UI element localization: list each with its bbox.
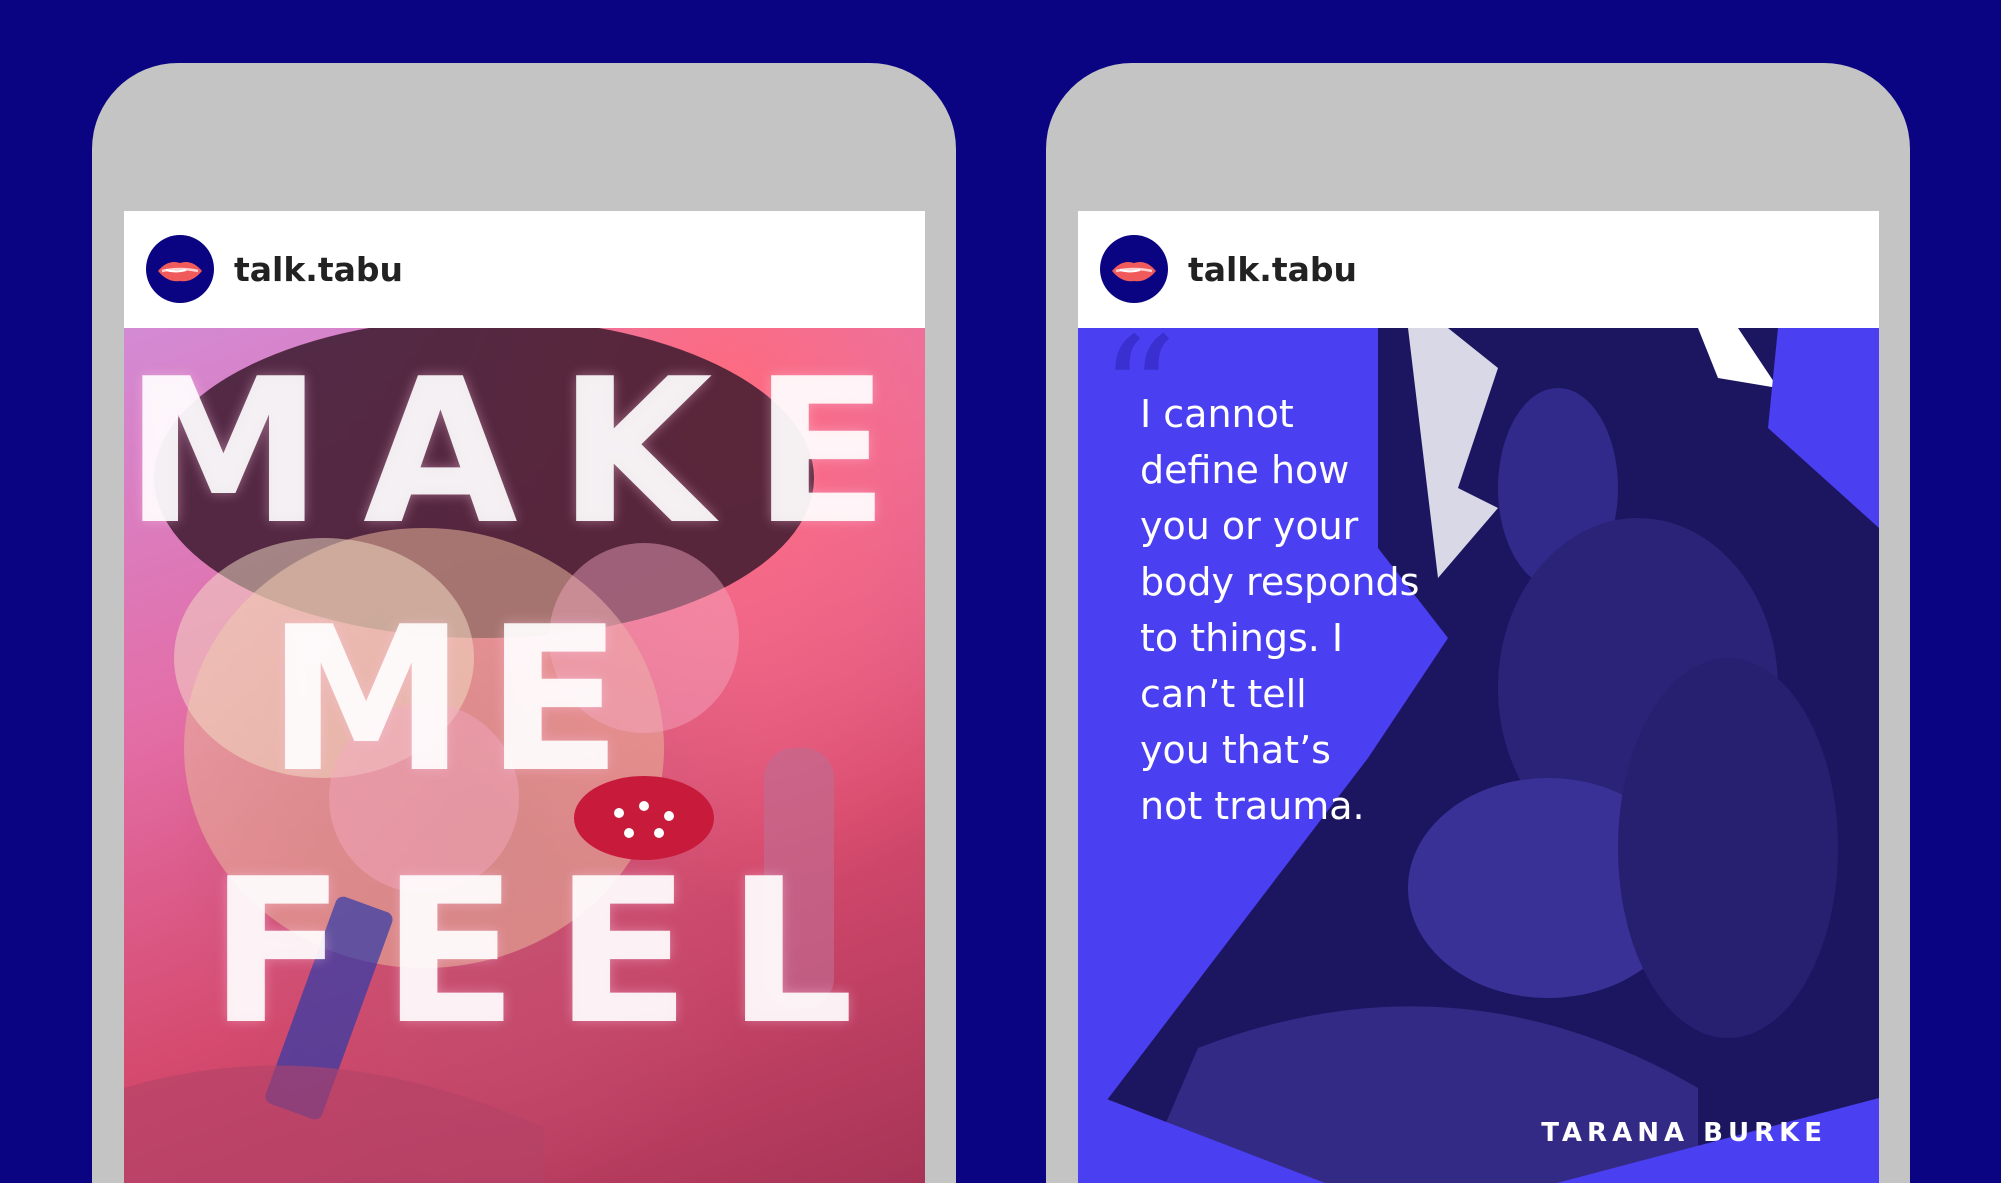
profile-avatar[interactable]	[1100, 235, 1168, 303]
post-header-left: talk.tabu	[124, 211, 925, 328]
quote-line: you or your	[1140, 504, 1359, 548]
headline-word-1: MAKE	[124, 336, 925, 569]
quote-line: not trauma.	[1140, 784, 1365, 828]
lips-icon	[158, 262, 202, 282]
username-label[interactable]: talk.tabu	[1188, 211, 1357, 328]
quote-line: body responds	[1140, 560, 1420, 604]
quote-line: I cannot	[1140, 392, 1294, 436]
profile-avatar[interactable]	[146, 235, 214, 303]
lips-icon	[1112, 262, 1156, 282]
quote-line: to things. I	[1140, 616, 1344, 660]
post-image-left[interactable]: MAKE ME FEEL	[124, 328, 925, 1183]
phone-frame-right: talk.tabu “ I cannot define how you or y…	[1046, 63, 1910, 1183]
headline-word-2: ME	[266, 584, 643, 817]
post-header-right: talk.tabu	[1078, 211, 1879, 328]
post-image-right[interactable]: “ I cannot define how you or your body r…	[1078, 328, 1879, 1183]
quote-attribution: TARANA BURKE	[1541, 1118, 1827, 1148]
quote-text: I cannot define how you or your body res…	[1140, 386, 1470, 834]
phone-frame-left: talk.tabu MAKE ME FEEL	[92, 63, 956, 1183]
headline-word-3: FEEL	[208, 836, 891, 1069]
username-label[interactable]: talk.tabu	[234, 211, 403, 328]
quote-line: can’t tell	[1140, 672, 1307, 716]
quote-line: you that’s	[1140, 728, 1331, 772]
quote-line: define how	[1140, 448, 1350, 492]
